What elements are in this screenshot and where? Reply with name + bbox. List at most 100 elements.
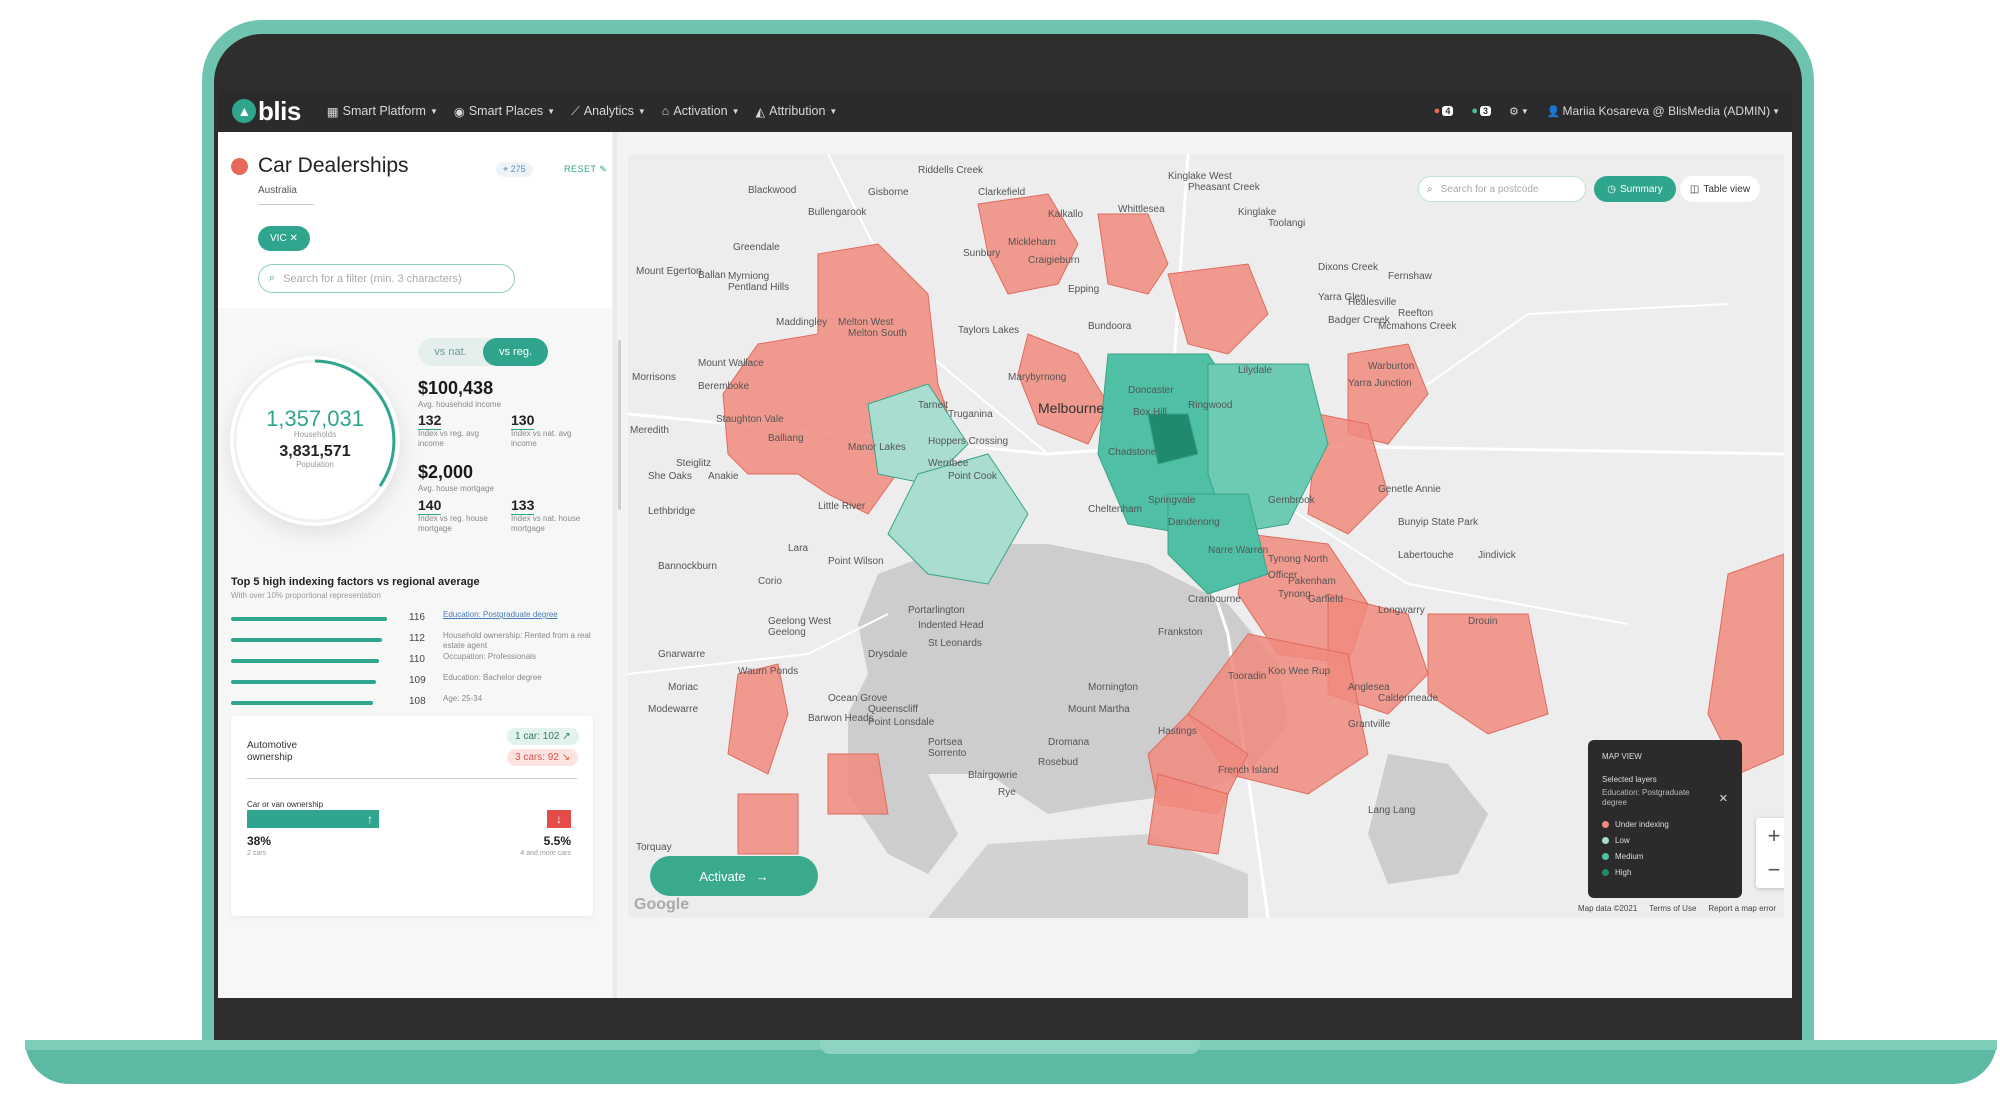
map-view[interactable]: Riddells Creek Clarkefield Gisborne Blackwo…: [628, 154, 1784, 918]
toggle-vs-regional[interactable]: vs reg.: [483, 338, 548, 366]
close-icon[interactable]: ✕: [1719, 792, 1728, 805]
top5-title: Top 5 high indexing factors vs regional …: [231, 576, 480, 588]
legend-item: Low: [1602, 836, 1728, 845]
map-place-label: Anglesea: [1348, 682, 1390, 693]
income-index-reg-label: Index vs reg. avg income: [418, 429, 479, 448]
filter-search-input[interactable]: ⌕ Search for a filter (min. 3 characters…: [258, 264, 515, 293]
count-value: 275: [510, 164, 526, 174]
caret-down-icon: ▼: [829, 106, 838, 116]
map-place-label: Waurn Ponds: [738, 665, 799, 677]
legend-item-label: Medium: [1615, 852, 1644, 861]
map-place-label: Cheltenham: [1088, 503, 1142, 515]
legend-item-label: High: [1615, 868, 1632, 877]
nav-label: Smart Platform: [342, 104, 426, 118]
donut-ring: [233, 359, 397, 523]
map-place-label: Indented Head: [918, 620, 984, 632]
user-menu[interactable]: 👤 Mariia Kosareva @ BlisMedia (ADMIN) ▼: [1547, 104, 1780, 118]
nav-activation[interactable]: ⌂ Activation ▼: [662, 104, 740, 118]
zoom-in-button[interactable]: +: [1756, 820, 1784, 852]
search-icon: ⌕: [269, 272, 276, 284]
avg-mortgage-label: Avg. house mortgage: [418, 484, 494, 493]
postcode-search-placeholder: Search for a postcode: [1440, 183, 1539, 195]
map-place-label: Point Lonsdale: [868, 717, 935, 729]
factor-row[interactable]: 110 Occupation: Professionals: [231, 652, 601, 672]
map-place-label: Point Cook: [948, 470, 997, 482]
factor-row[interactable]: 116 Education: Postgraduate degree: [231, 610, 601, 630]
arrow-up-icon: ↑: [367, 812, 373, 826]
map-place-label: Bundoora: [1088, 321, 1132, 333]
map-place-label: Riddells Creek: [918, 165, 984, 176]
caret-down-icon: ▼: [1520, 106, 1529, 116]
map-place-label: Lang Lang: [1368, 805, 1416, 817]
sidebar-scrollbar[interactable]: [618, 340, 621, 510]
automotive-title: Automotive ownership: [247, 740, 298, 763]
drop-icon: ●: [1433, 105, 1441, 117]
map-place-label: Drouin: [1468, 616, 1498, 627]
ownership-left-value: 38%: [247, 834, 272, 848]
notification-info[interactable]: ● 3: [1471, 105, 1492, 117]
map-place-label: Lara: [788, 543, 809, 555]
close-icon[interactable]: ✕: [289, 233, 297, 244]
factor-row[interactable]: 109 Education: Bachelor degree: [231, 673, 601, 693]
nav-smart-platform[interactable]: ▦ Smart Platform ▼: [327, 104, 438, 119]
terms-link[interactable]: Terms of Use: [1649, 904, 1696, 913]
map-place-label: Barwon Heads: [808, 712, 874, 724]
toggle-vs-national[interactable]: vs nat.: [418, 346, 483, 358]
notification-error[interactable]: ● 4: [1434, 105, 1454, 117]
summary-button[interactable]: ◷ Summary: [1594, 176, 1676, 202]
map-place-label: Longwarry: [1378, 605, 1425, 616]
avg-mortgage-value: $2,000: [418, 462, 474, 482]
nav-attribution[interactable]: ◭ Attribution ▼: [755, 104, 837, 119]
factor-row[interactable]: 112 Household ownership: Rented from a re…: [231, 631, 601, 651]
map-place-label: Koo Wee Rup: [1268, 665, 1331, 677]
map-place-label: Lilydale: [1238, 365, 1272, 377]
caret-down-icon: ▼: [1772, 106, 1780, 116]
avg-income-label: Avg. household income: [418, 400, 502, 409]
map-place-label: She Oaks: [648, 470, 692, 482]
activate-button[interactable]: Activate →: [650, 856, 818, 896]
area-chart-icon: ◭: [755, 104, 766, 119]
map-place-label: Balliang: [768, 433, 804, 445]
map-place-label: Meredith: [630, 424, 669, 436]
map-place-label: Steiglitz: [676, 457, 712, 469]
postcode-search-input[interactable]: ⌕ Search for a postcode: [1418, 176, 1586, 202]
nav-analytics[interactable]: ⟋ Analytics ▼: [571, 104, 646, 119]
map-place-label: Healesville: [1348, 297, 1397, 308]
google-logo: Google: [634, 896, 690, 913]
region-geelong: [727, 663, 789, 775]
chip-1-car: 1 car: 102 ↗: [507, 728, 579, 745]
reset-button[interactable]: RESET ✎: [564, 164, 607, 175]
map-place-label: Doncaster: [1128, 385, 1174, 396]
map-place-label: Frankston: [1158, 627, 1203, 638]
places-count-chip[interactable]: ⌖ 275: [496, 162, 533, 177]
search-icon: ⌕: [1427, 183, 1433, 195]
table-icon: ◫: [1689, 183, 1700, 195]
table-view-button[interactable]: ◫ Table view: [1680, 176, 1760, 202]
blis-logo[interactable]: ▲ blis: [232, 96, 301, 127]
caret-down-icon: ▼: [429, 106, 438, 116]
map-legend: MAP VIEW Selected layers Education: Post…: [1588, 740, 1742, 898]
zoom-out-button[interactable]: −: [1756, 854, 1784, 886]
map-place-label: Fernshaw: [1388, 270, 1432, 282]
gear-icon: ⚙: [1509, 105, 1519, 118]
settings-menu[interactable]: ⚙ ▼: [1509, 105, 1529, 118]
map-place-label: Geelong: [768, 627, 806, 638]
summary-label: Summary: [1619, 183, 1663, 195]
legend-color-dot: [1602, 837, 1609, 844]
map-place-label: Sunbury: [963, 247, 1001, 259]
factor-row[interactable]: 108 Age: 25-34: [231, 694, 601, 714]
legend-color-dot: [1602, 821, 1609, 828]
factor-bar: [231, 617, 387, 621]
nav-smart-places[interactable]: ◉ Smart Places ▼: [454, 104, 555, 119]
ownership-bar-right: ↓: [547, 810, 571, 828]
notification-count: 4: [1442, 106, 1454, 116]
factor-value: 112: [409, 633, 425, 644]
map-place-label: Mornington: [1088, 682, 1139, 693]
map-place-label: Kinglake West: [1168, 170, 1232, 182]
households-donut: 1,357,031 Households 3,831,571 Populatio…: [230, 356, 400, 526]
title-divider: [258, 204, 314, 205]
map-place-label: Blackwood: [748, 184, 797, 196]
map-place-label: Melton South: [848, 327, 907, 339]
report-error-link[interactable]: Report a map error: [1708, 904, 1776, 913]
filter-chip-vic[interactable]: VIC ✕: [258, 226, 310, 251]
